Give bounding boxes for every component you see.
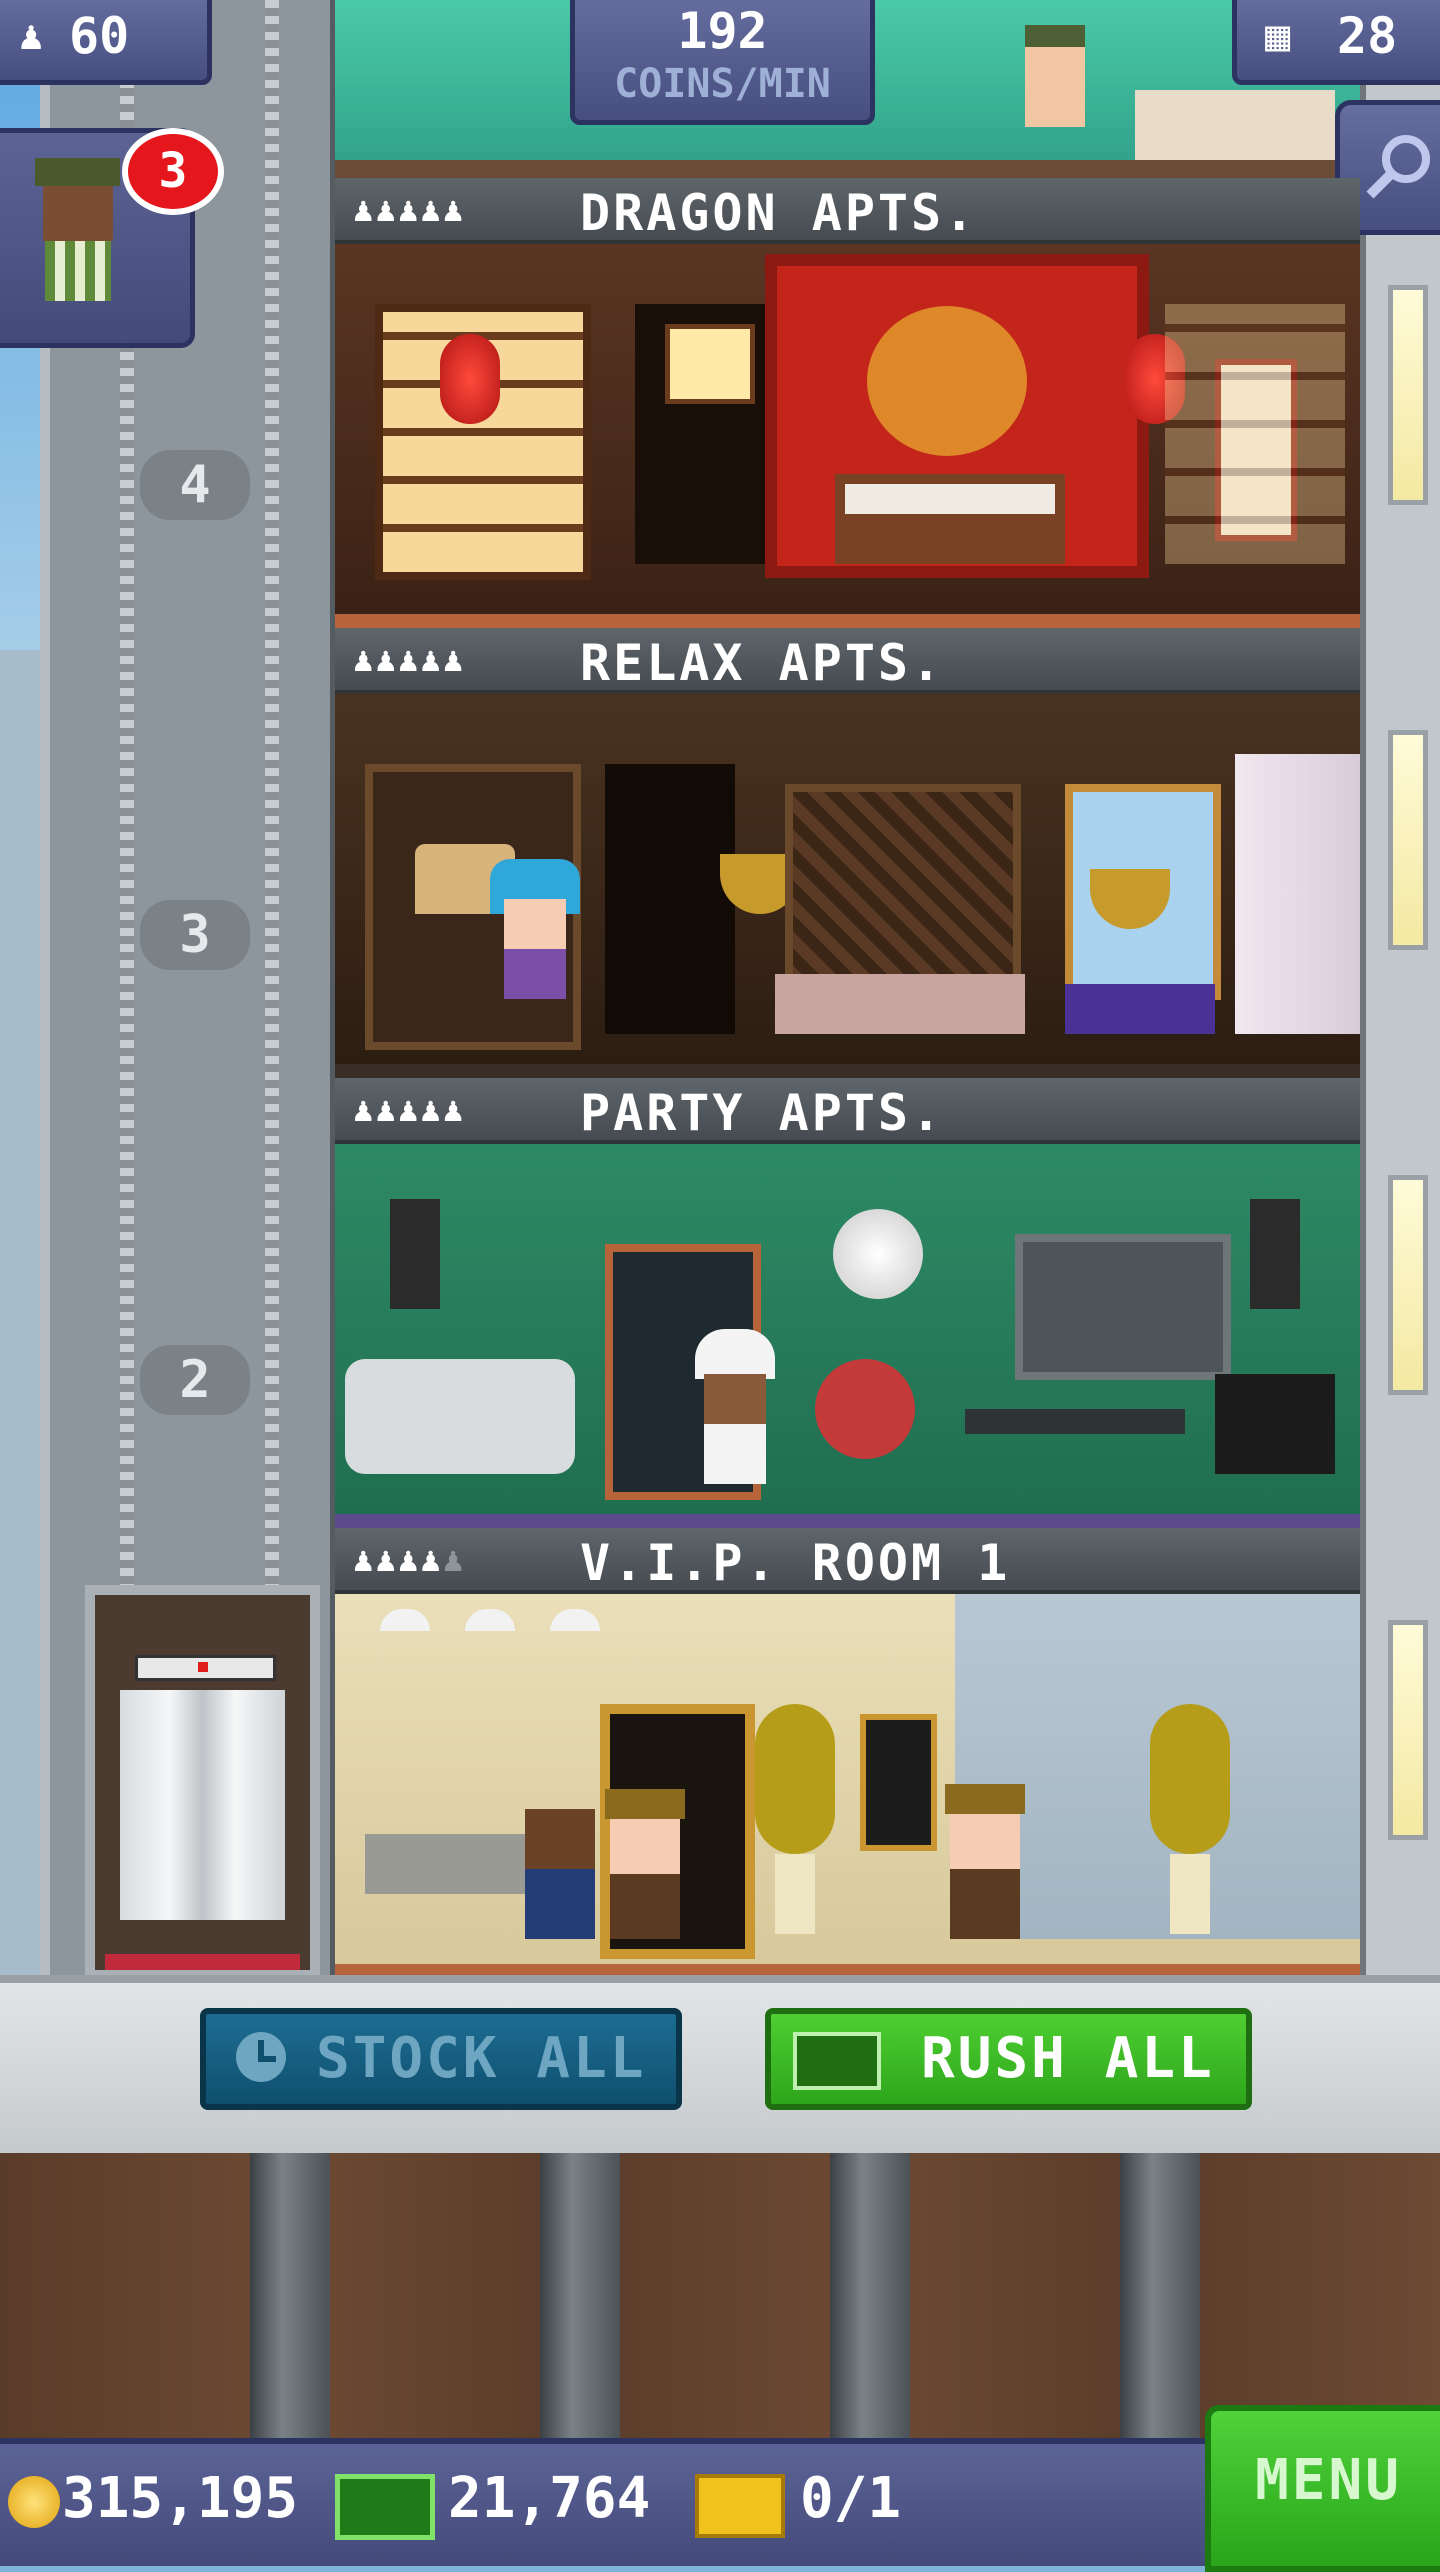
room-interior	[335, 694, 1360, 1064]
speaker	[1250, 1199, 1300, 1309]
potted-tree	[1150, 1704, 1230, 1934]
bellhop-notification[interactable]: 3	[0, 128, 224, 348]
resident-chef	[690, 1329, 780, 1489]
star-rating: ♟♟♟♟♟	[353, 640, 466, 680]
pillar	[250, 2153, 330, 2438]
window	[1388, 285, 1428, 505]
ticket-count: 0/1	[800, 2466, 902, 2531]
population-value: 60	[69, 7, 130, 65]
window	[1388, 1620, 1428, 1840]
speaker	[390, 1199, 440, 1309]
floor-number-2: 2	[140, 1345, 250, 1415]
red-lantern	[440, 334, 500, 424]
floor-party-apts[interactable]: ♟♟♟♟♟ PARTY APTS.	[335, 1078, 1360, 1528]
floor-base	[335, 1514, 1360, 1528]
egg-chair	[815, 1359, 915, 1459]
floor-counter[interactable]: ▦ 28	[1232, 0, 1440, 85]
coins-per-min-label: COINS/MIN	[614, 61, 831, 107]
side-table	[1065, 984, 1215, 1034]
residents-group	[525, 1789, 765, 1939]
floor-name: RELAX APTS.	[580, 634, 945, 692]
star-rating: ♟♟♟♟♟	[353, 1090, 466, 1130]
floor-base	[335, 160, 1360, 178]
floor-base	[335, 614, 1360, 628]
clock-icon	[236, 2032, 286, 2082]
bed	[775, 974, 1025, 1034]
elevator-car[interactable]	[85, 1585, 320, 1980]
disco-ball	[833, 1209, 923, 1299]
search-icon	[1366, 135, 1430, 199]
television	[1015, 1234, 1231, 1380]
star-rating: ♟♟♟♟♟	[353, 1540, 466, 1580]
floor-relax-apts[interactable]: ♟♟♟♟♟ RELAX APTS.	[335, 628, 1360, 1078]
window	[1388, 730, 1428, 950]
menu-button[interactable]: MENU	[1205, 2405, 1440, 2572]
floor-name: DRAGON APTS.	[580, 184, 978, 242]
floor-label-bar: ♟♟♟♟♟ DRAGON APTS.	[335, 178, 1360, 244]
stock-all-label: STOCK ALL	[316, 2026, 647, 2091]
lattice-wall	[785, 784, 1021, 990]
floor-dragon-apts[interactable]: ♟♟♟♟♟ DRAGON APTS.	[335, 178, 1360, 628]
coins-per-min-display: 192 COINS/MIN	[570, 0, 875, 125]
ceiling-lights	[365, 1594, 725, 1634]
coin-balance: 315,195	[62, 2466, 299, 2531]
city-building	[0, 650, 40, 2000]
notification-badge: 3	[122, 128, 224, 215]
basement	[0, 2153, 1440, 2438]
counter	[1135, 90, 1335, 160]
floor-label-bar: ♟♟♟♟♟ PARTY APTS.	[335, 1078, 1360, 1144]
resident-bellhop	[945, 1784, 1025, 1939]
pillar	[540, 2153, 620, 2438]
floor-number-4: 4	[140, 450, 250, 520]
resident-blue-hair	[490, 859, 580, 999]
person-icon: ♟	[19, 13, 44, 59]
bux-icon	[335, 2474, 435, 2540]
population-counter[interactable]: ♟ 60	[0, 0, 212, 85]
room-interior	[335, 244, 1360, 614]
tower-right-wall	[1360, 0, 1440, 1975]
pillar	[830, 2153, 910, 2438]
doorway	[605, 764, 735, 1034]
building-icon: ▦	[1265, 11, 1291, 60]
bux-balance: 21,764	[448, 2466, 651, 2531]
potted-tree	[755, 1704, 835, 1934]
coins-per-min-value: 192	[677, 2, 768, 60]
floor-number-3: 3	[140, 900, 250, 970]
star-rating: ♟♟♟♟♟	[353, 190, 466, 230]
coffee-table	[965, 1409, 1185, 1434]
dj-equipment	[1215, 1374, 1335, 1474]
paper-screen-window	[1165, 304, 1345, 564]
resident	[1025, 25, 1085, 127]
window	[1388, 1175, 1428, 1395]
bellhop-avatar	[35, 158, 120, 301]
floor-label-bar: ♟♟♟♟♟ V.I.P. ROOM 1	[335, 1528, 1360, 1594]
room-interior	[335, 1594, 1360, 1964]
floor-label-bar: ♟♟♟♟♟ RELAX APTS.	[335, 628, 1360, 694]
ceiling-lamp	[665, 324, 755, 404]
elevator-cable	[265, 0, 279, 1600]
sofa	[345, 1359, 575, 1474]
floor-name: V.I.P. ROOM 1	[580, 1534, 1011, 1592]
rush-all-button[interactable]: RUSH ALL	[765, 2008, 1252, 2110]
elevator-sill	[105, 1954, 300, 1970]
elevator-panel	[860, 1714, 937, 1851]
pillar	[1120, 2153, 1200, 2438]
coin-icon	[8, 2476, 60, 2528]
floor-name: PARTY APTS.	[580, 1084, 945, 1142]
bux-icon	[793, 2032, 881, 2090]
floor-vip-room-1[interactable]: ♟♟♟♟♟ V.I.P. ROOM 1	[335, 1528, 1360, 1978]
ticket-icon	[695, 2474, 785, 2538]
floor-count-value: 28	[1337, 7, 1398, 65]
elevator-doors	[120, 1690, 285, 1920]
floor-base	[335, 1064, 1360, 1078]
curtain	[1235, 754, 1360, 1034]
rush-all-label: RUSH ALL	[921, 2026, 1215, 2091]
elevator-indicator	[135, 1655, 276, 1681]
bed	[835, 474, 1065, 564]
dragon-emblem	[867, 306, 1027, 456]
stock-all-button[interactable]: STOCK ALL	[200, 2008, 682, 2110]
room-interior	[335, 1144, 1360, 1514]
